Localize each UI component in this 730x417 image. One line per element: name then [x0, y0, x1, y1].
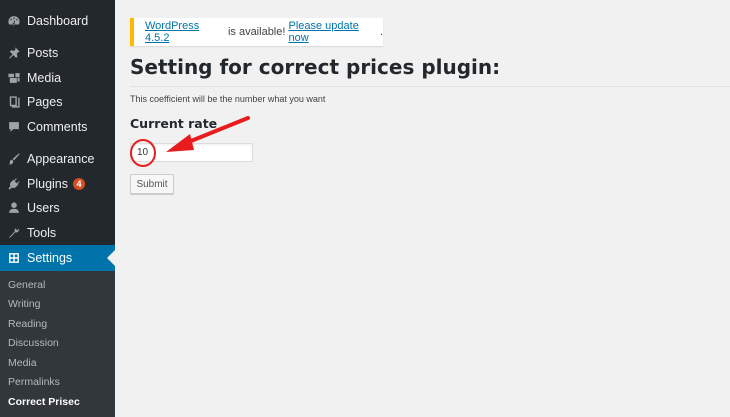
menu-item-label: Settings: [27, 251, 73, 265]
plugins-update-badge: 4: [73, 178, 85, 190]
title-divider: [130, 86, 730, 87]
page-title: Setting for correct prices plugin:: [130, 55, 501, 79]
menu-item-label: Pages: [27, 95, 63, 109]
current-rate-input[interactable]: [130, 143, 253, 162]
menu-item-pages[interactable]: Pages: [0, 90, 115, 114]
submenu-item-correct-prisec[interactable]: Correct Prisec: [8, 396, 80, 408]
settings-icon: [7, 251, 21, 265]
submenu-item-permalinks[interactable]: Permalinks: [8, 376, 60, 388]
wrench-icon: [7, 226, 21, 240]
menu-item-label: Media: [27, 71, 62, 85]
menu-item-users[interactable]: Users: [0, 196, 115, 220]
menu-item-posts[interactable]: Posts: [0, 41, 115, 65]
plugin-icon: [7, 177, 21, 191]
submenu-item-reading[interactable]: Reading: [8, 318, 47, 330]
current-rate-label: Current rate: [130, 116, 218, 131]
update-now-link[interactable]: Please update now: [288, 20, 379, 44]
submenu-item-media[interactable]: Media: [8, 357, 37, 369]
comment-icon: [7, 120, 21, 134]
menu-item-plugins[interactable]: Plugins 4: [0, 172, 115, 196]
current-menu-arrow: [107, 250, 115, 266]
submenu-item-general[interactable]: General: [8, 279, 45, 291]
user-icon: [7, 201, 21, 215]
menu-item-appearance[interactable]: Appearance: [0, 147, 115, 171]
update-notice: WordPress 4.5.2 is available! Please upd…: [130, 18, 383, 46]
admin-sidebar: Dashboard Posts Media Pages Comments App…: [0, 0, 115, 417]
submenu-item-discussion[interactable]: Discussion: [8, 337, 59, 349]
menu-item-media[interactable]: Media: [0, 66, 115, 90]
submit-button[interactable]: Submit: [130, 174, 174, 194]
notice-text: is available!: [224, 26, 289, 38]
wordpress-version-link[interactable]: WordPress 4.5.2: [145, 20, 225, 44]
menu-item-dashboard[interactable]: Dashboard: [0, 9, 115, 33]
brush-icon: [7, 152, 21, 166]
pin-icon: [7, 46, 21, 60]
menu-item-settings[interactable]: Settings: [0, 245, 115, 271]
notice-end: .: [379, 26, 383, 38]
submenu-item-writing[interactable]: Writing: [8, 298, 40, 310]
menu-item-comments[interactable]: Comments: [0, 115, 115, 139]
menu-item-label: Appearance: [27, 152, 95, 166]
page-description: This coefficient will be the number what…: [130, 94, 326, 104]
settings-submenu: General Writing Reading Discussion Media…: [0, 271, 115, 417]
menu-item-label: Comments: [27, 120, 88, 134]
media-icon: [7, 71, 21, 85]
menu-item-label: Plugins: [27, 177, 68, 191]
dashboard-icon: [7, 14, 21, 28]
menu-item-label: Dashboard: [27, 14, 89, 28]
menu-item-label: Tools: [27, 226, 57, 240]
menu-item-label: Users: [27, 201, 60, 215]
menu-item-tools[interactable]: Tools: [0, 221, 115, 245]
pages-icon: [7, 95, 21, 109]
menu-item-label: Posts: [27, 46, 59, 60]
